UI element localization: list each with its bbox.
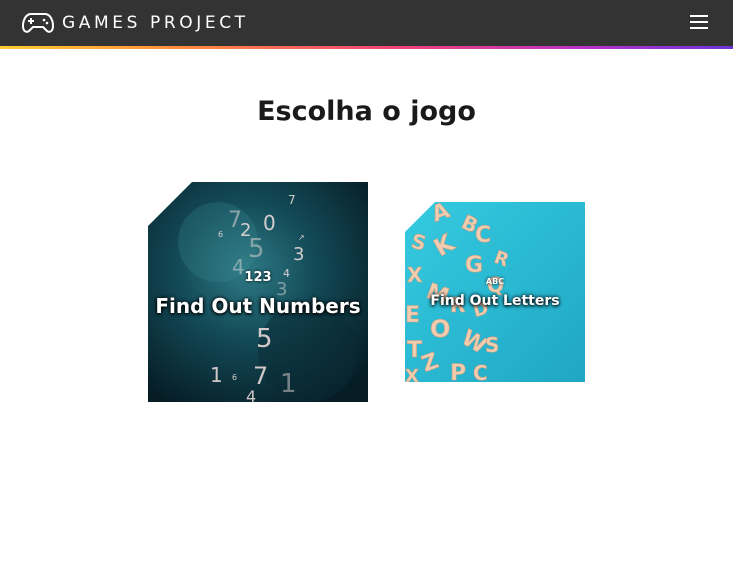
svg-text:6: 6 [218,230,223,239]
svg-text:5: 5 [256,324,273,354]
svg-text:7: 7 [288,193,296,207]
svg-text:5: 5 [248,234,265,264]
svg-text:S: S [485,333,499,357]
navbar-gradient-bar [0,46,733,49]
svg-text:P: P [450,361,466,382]
svg-text:X: X [405,366,419,382]
hamburger-menu-icon[interactable] [689,12,709,32]
svg-text:7: 7 [253,362,268,390]
top-navbar: GAMES PROJECT [0,0,733,46]
svg-text:1: 1 [210,363,223,387]
letters-card-image: A B C S K G X M R D E O W S T Z P C R Q … [405,202,585,382]
letters-badge: ABC [485,277,505,286]
brand-title: GAMES PROJECT [62,13,249,33]
numbers-card-image: 7 2 0 7 5 3 4 4 3 5 1 7 1 4 6 6 ↗ [148,182,368,402]
svg-text:1: 1 [280,369,297,399]
svg-text:C: C [475,223,491,248]
page-title: Escolha o jogo [257,96,476,127]
svg-text:6: 6 [232,373,237,382]
brand-link[interactable]: GAMES PROJECT [22,8,249,38]
gamepad-icon [22,11,54,35]
numbers-card-title: Find Out Numbers [155,294,361,318]
svg-text:3: 3 [293,244,304,265]
svg-text:O: O [430,315,450,343]
svg-text:↗: ↗ [298,233,305,242]
numbers-badge: 123 [244,270,272,285]
svg-text:G: G [465,253,483,278]
letters-card-title: Find Out Letters [430,293,560,309]
game-card-letters[interactable]: A B C S K G X M R D E O W S T Z P C R Q … [405,202,585,382]
svg-text:0: 0 [263,211,276,235]
svg-text:4: 4 [246,387,256,402]
svg-text:C: C [473,361,488,382]
game-card-numbers[interactable]: 7 2 0 7 5 3 4 4 3 5 1 7 1 4 6 6 ↗ 123 Fi… [148,182,368,402]
